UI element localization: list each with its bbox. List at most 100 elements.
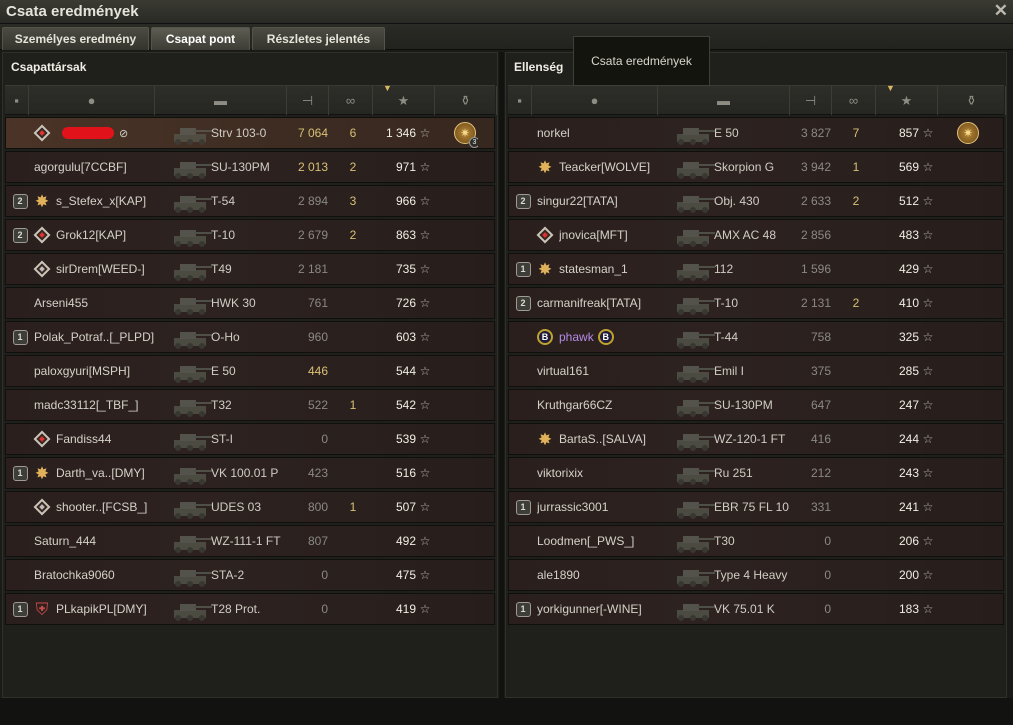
column-header-achievement-icon[interactable]: ⚱ xyxy=(938,86,1006,115)
player-row[interactable]: Bratochka9060 STA-2 0 475 ☆ xyxy=(5,559,495,591)
player-name[interactable]: Polak_Potraf..[_PLPD] xyxy=(34,322,182,352)
allies-header: ▪ ● ▬ ⊣ ∞ ★ ▼ ⚱ xyxy=(5,83,497,115)
player-name[interactable]: jurrassic3001 xyxy=(537,492,685,522)
tab-personal[interactable]: Személyes eredmény xyxy=(2,27,149,50)
xp-value: 544 xyxy=(395,364,416,378)
column-header-achievement-icon[interactable]: ⚱ xyxy=(435,86,497,115)
player-name[interactable]: ale1890 xyxy=(537,560,685,590)
tank-icon xyxy=(671,356,715,386)
column-header-xp-icon[interactable]: ★ ▼ xyxy=(876,83,938,115)
xp-value: 857 xyxy=(898,126,919,140)
mark-cell: ⛨ xyxy=(32,594,52,624)
rank-badge-cell xyxy=(512,118,534,148)
player-row[interactable]: ale1890 Type 4 Heavy 0 200 ☆ xyxy=(508,559,1004,591)
player-name[interactable]: agorgulu[7CCBF] xyxy=(34,152,182,182)
player-row[interactable]: 1 Polak_Potraf..[_PLPD] O-Ho 960 603 ☆ xyxy=(5,321,495,353)
column-header-rank-icon[interactable]: ▪ xyxy=(5,86,29,115)
player-row[interactable]: sirDrem[WEED-] T49 2 181 735 ☆ xyxy=(5,253,495,285)
player-name[interactable]: Loodmen[_PWS_] xyxy=(537,526,685,556)
player-name[interactable]: norkel xyxy=(537,118,685,148)
player-row[interactable]: 1 jurrassic3001 EBR 75 FL 10 331 241 ☆ xyxy=(508,491,1004,523)
rank-badge-cell: 1 xyxy=(512,492,534,522)
xp-star-icon: ☆ xyxy=(922,432,934,446)
player-row[interactable]: Fandiss44 ST-I 0 539 ☆ xyxy=(5,423,495,455)
player-icon: ● xyxy=(590,93,599,108)
player-name-text: Polak_Potraf..[_PLPD] xyxy=(34,330,155,344)
player-name[interactable]: Bratochka9060 xyxy=(34,560,182,590)
damage-value: 0 xyxy=(321,602,328,616)
player-row[interactable]: 2 singur22[TATA] Obj. 430 2 633 2 512 ☆ xyxy=(508,185,1004,217)
player-row[interactable]: viktorixix Ru 251 212 243 ☆ xyxy=(508,457,1004,489)
player-name[interactable]: yorkigunner[-WINE] xyxy=(537,594,685,624)
column-header-frags-icon[interactable]: ∞ xyxy=(832,86,876,115)
player-row[interactable]: madc33112[_TBF_] T32 522 1 542 ☆ xyxy=(5,389,495,421)
player-row[interactable]: 1 yorkigunner[-WINE] VK 75.01 K 0 183 ☆ xyxy=(508,593,1004,625)
damage-value: 3 942 xyxy=(800,160,831,174)
player-row[interactable]: Kruthgar66CZ SU-130PM 647 247 ☆ xyxy=(508,389,1004,421)
player-name-text: s_Stefex_x[KAP] xyxy=(56,194,147,208)
player-row[interactable]: agorgulu[7CCBF] SU-130PM 2 013 2 971 ☆ xyxy=(5,151,495,183)
mastery-diamond-icon xyxy=(33,430,51,448)
rank-badge-cell xyxy=(512,322,534,352)
tank-icon xyxy=(168,186,212,216)
player-name-text: Kruthgar66CZ xyxy=(537,398,613,412)
column-header-damage-icon[interactable]: ⊣ xyxy=(287,86,329,115)
column-header-vehicle-icon[interactable]: ▬ xyxy=(658,86,790,115)
player-row[interactable]: 2 carmanifreak[TATA] T-10 2 131 2 410 ☆ xyxy=(508,287,1004,319)
player-name[interactable]: Kruthgar66CZ xyxy=(537,390,685,420)
xp-star-icon: ☆ xyxy=(419,568,431,582)
player-name[interactable]: singur22[TATA] xyxy=(537,186,685,216)
frags-value: 2 xyxy=(852,296,860,310)
column-header-rank-icon[interactable]: ▪ xyxy=(508,86,532,115)
xp-star-icon: ☆ xyxy=(922,466,934,480)
player-name[interactable]: Saturn_444 xyxy=(34,526,182,556)
player-row[interactable]: Saturn_444 WZ-111-1 FT 807 492 ☆ xyxy=(5,525,495,557)
frags-value xyxy=(849,322,863,352)
vehicle-name: WZ-111-1 FT xyxy=(211,534,281,548)
xp-star-icon: ☆ xyxy=(419,194,431,208)
mastery-diamond-icon xyxy=(536,226,554,244)
tab-detailed[interactable]: Részletes jelentés xyxy=(252,27,385,50)
player-row[interactable]: virtual161 Emil I 375 285 ☆ xyxy=(508,355,1004,387)
vehicle-name: HWK 30 xyxy=(211,296,256,310)
close-icon[interactable]: ✕ xyxy=(994,1,1008,21)
player-row[interactable]: 1 ✸ Darth_va..[DMY] VK 100.01 P 423 516 ☆ xyxy=(5,457,495,489)
column-header-damage-icon[interactable]: ⊣ xyxy=(790,86,832,115)
player-row[interactable]: jnovica[MFT] AMX AC 48 2 856 483 ☆ xyxy=(508,219,1004,251)
player-row[interactable]: paloxgyuri[MSPH] E 50 446 544 ☆ xyxy=(5,355,495,387)
player-name-text: singur22[TATA] xyxy=(537,194,618,208)
xp-value: 483 xyxy=(898,228,919,242)
player-name[interactable]: carmanifreak[TATA] xyxy=(537,288,685,318)
player-row[interactable]: 2 ✸ s_Stefex_x[KAP] T-54 2 894 3 966 ☆ xyxy=(5,185,495,217)
column-header-xp-icon[interactable]: ★ ▼ xyxy=(373,83,435,115)
player-name[interactable]: paloxgyuri[MSPH] xyxy=(34,356,182,386)
tank-icon xyxy=(168,152,212,182)
column-header-player-icon[interactable]: ● xyxy=(532,86,658,115)
player-name[interactable]: viktorixix xyxy=(537,458,685,488)
frags-value: 1 xyxy=(349,398,357,412)
frags-value xyxy=(346,424,360,454)
player-row[interactable]: ✸ BartaS..[SALVA] WZ-120-1 FT 416 244 ☆ xyxy=(508,423,1004,455)
column-header-vehicle-icon[interactable]: ▬ xyxy=(155,86,287,115)
player-name[interactable]: madc33112[_TBF_] xyxy=(34,390,182,420)
achievement-cell: ✷ xyxy=(955,118,981,148)
column-header-frags-icon[interactable]: ∞ xyxy=(329,86,373,115)
xp-star-icon: ☆ xyxy=(922,364,934,378)
rank-badge-cell xyxy=(9,424,31,454)
player-row[interactable]: Arseni455 HWK 30 761 726 ☆ xyxy=(5,287,495,319)
player-row[interactable]: 2 Grok12[KAP] T-10 2 679 2 863 ☆ xyxy=(5,219,495,251)
player-name[interactable]: virtual161 xyxy=(537,356,685,386)
column-header-player-icon[interactable]: ● xyxy=(29,86,155,115)
player-row[interactable]: Loodmen[_PWS_] T30 0 206 ☆ xyxy=(508,525,1004,557)
player-row[interactable]: norkel E 50 3 827 7 857 ☆ ✷ xyxy=(508,117,1004,149)
player-row[interactable]: ⊘ Strv 103-0 7 064 6 1 346 ☆ ✷ 3 xyxy=(5,117,495,149)
tab-team[interactable]: Csapat pont xyxy=(151,27,250,50)
player-name[interactable]: Arseni455 xyxy=(34,288,182,318)
player-row[interactable]: Bphawk B T-44 758 325 ☆ xyxy=(508,321,1004,353)
player-row[interactable]: ✸ Teacker[WOLVE] Skorpion G 3 942 1 569 ☆ xyxy=(508,151,1004,183)
player-row[interactable]: 1 ⛨ PLkapikPL[DMY] T28 Prot. 0 419 ☆ xyxy=(5,593,495,625)
mark-cell xyxy=(32,424,52,454)
player-name-text: norkel xyxy=(537,126,570,140)
player-row[interactable]: 1 ✸ statesman_1 112 1 596 429 ☆ xyxy=(508,253,1004,285)
player-row[interactable]: shooter..[FCSB_] UDES 03 800 1 507 ☆ xyxy=(5,491,495,523)
